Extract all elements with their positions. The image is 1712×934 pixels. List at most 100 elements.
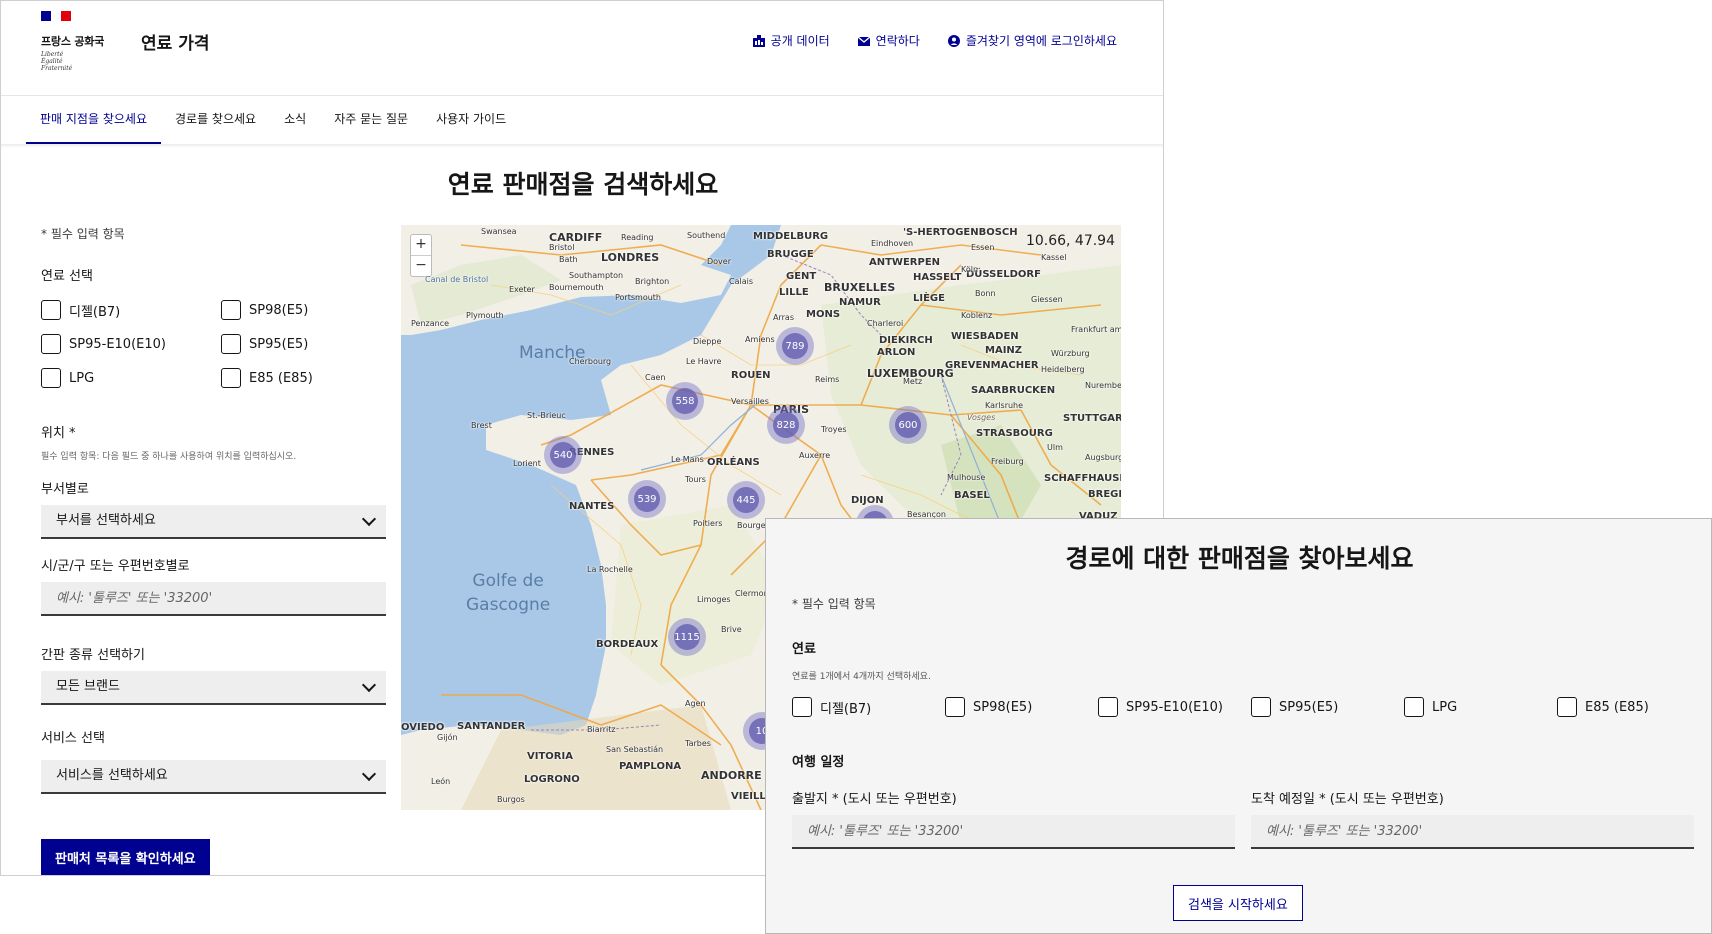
open-data-label: 공개 데이터	[770, 34, 830, 48]
place-label: Vosges	[967, 413, 996, 422]
department-select[interactable]: 부서를 선택하세요	[41, 505, 386, 539]
start-search-button[interactable]: 검색을 시작하세요	[1173, 885, 1303, 921]
city-label: BRUGGE	[767, 249, 814, 260]
city-label: GENT	[786, 271, 817, 282]
location-hint: 필수 입력 항목: 다음 필드 중 하나를 사용하여 위치를 입력하십시오.	[41, 452, 297, 462]
place-label: Bristol	[549, 243, 575, 252]
nav-faq[interactable]: 자주 묻는 질문	[320, 95, 422, 144]
checkbox-box[interactable]	[1557, 697, 1577, 717]
checkbox-box[interactable]	[1404, 697, 1424, 717]
place-label: Brest	[471, 421, 492, 430]
checkbox-box[interactable]	[41, 300, 61, 320]
route-fuel-checkbox-lpg[interactable]: LPG	[1404, 697, 1557, 717]
station-cluster[interactable]: 445	[727, 481, 765, 519]
station-cluster[interactable]: 558	[666, 382, 704, 420]
nav-find-route[interactable]: 경로를 찾으세요	[161, 95, 270, 144]
place-label: Amiens	[745, 335, 775, 344]
city-label: BREGE	[1088, 489, 1121, 500]
station-cluster[interactable]: 1115	[668, 618, 706, 656]
fuel-option-label: E85 (E85)	[249, 370, 313, 386]
place-label: Arras	[773, 313, 794, 322]
place-label: Cherbourg	[569, 357, 612, 366]
place-label: Caen	[645, 373, 666, 382]
fuel-checkbox-lpg[interactable]: LPG	[41, 368, 221, 388]
checkbox-box[interactable]	[41, 368, 61, 388]
brand-select[interactable]: 모든 브랜드	[41, 671, 386, 705]
station-cluster[interactable]: 539	[628, 480, 666, 518]
place-label: Dover	[707, 257, 731, 266]
place-label: San Sebastián	[606, 745, 664, 754]
nav-user-guide[interactable]: 사용자 가이드	[422, 95, 520, 144]
place-label: Freiburg	[991, 457, 1024, 466]
departure-input[interactable]	[792, 815, 1235, 849]
fuel-checkbox-sp98[interactable]: SP98(E5)	[221, 300, 381, 320]
place-label: Auxerre	[799, 451, 831, 460]
checkbox-box[interactable]	[221, 334, 241, 354]
place-label: Portsmouth	[615, 293, 661, 302]
city-label: VITORIA	[527, 751, 573, 762]
fuel-checkbox-sp95-e10[interactable]: SP95-E10(E10)	[41, 334, 221, 354]
fuel-label: 연료 선택	[41, 269, 93, 284]
open-data-link[interactable]: 공개 데이터	[752, 32, 830, 49]
route-fuel-checkbox-sp95-e10[interactable]: SP95-E10(E10)	[1098, 697, 1251, 717]
station-cluster[interactable]: 789	[776, 327, 814, 365]
nav-find-stations[interactable]: 판매 지점을 찾으세요	[26, 95, 161, 144]
place-label: La Rochelle	[587, 565, 633, 574]
route-fuel-checkbox-sp95[interactable]: SP95(E5)	[1251, 697, 1404, 717]
checkbox-box[interactable]	[41, 334, 61, 354]
view-station-list-button[interactable]: 판매처 목록을 확인하세요	[41, 839, 210, 875]
place-label: Metz	[903, 377, 923, 386]
checkbox-box[interactable]	[945, 697, 965, 717]
city-label: HASSELT	[913, 272, 962, 283]
header-tools: 공개 데이터 연락하다 즐겨찾기 영역에 로그인하세요	[752, 32, 1117, 49]
station-cluster[interactable]: 828	[767, 406, 805, 444]
route-fuel-checkbox-e85[interactable]: E85 (E85)	[1557, 697, 1710, 717]
place-label: Calais	[729, 277, 754, 286]
station-cluster[interactable]: 540	[544, 436, 582, 474]
place-label: Le Mans	[671, 455, 704, 464]
contact-link[interactable]: 연락하다	[857, 32, 920, 49]
checkbox-box[interactable]	[1098, 697, 1118, 717]
site-title[interactable]: 연료 가격	[141, 29, 209, 54]
checkbox-box[interactable]	[221, 300, 241, 320]
nav-news[interactable]: 소식	[270, 95, 320, 144]
place-label: Swansea	[481, 227, 517, 236]
fuel-checkbox-sp95[interactable]: SP95(E5)	[221, 334, 381, 354]
chevron-down-icon	[361, 677, 377, 693]
checkbox-box[interactable]	[1251, 697, 1271, 717]
station-cluster[interactable]: 600	[889, 406, 927, 444]
route-fuel-checkbox-diesel[interactable]: 디젤(B7)	[792, 697, 945, 717]
brand-value: 모든 브랜드	[56, 679, 120, 694]
login-link[interactable]: 즐겨찾기 영역에 로그인하세요	[947, 32, 1117, 49]
place-label: Bournemouth	[549, 283, 604, 292]
fuel-checkbox-e85[interactable]: E85 (E85)	[221, 368, 381, 388]
arrival-input[interactable]	[1251, 815, 1694, 849]
place-label: Le Havre	[686, 357, 722, 366]
department-value: 부서를 선택하세요	[56, 513, 156, 528]
service-select[interactable]: 서비스를 선택하세요	[41, 760, 386, 794]
place-label: Bonn	[975, 289, 996, 298]
place-label: Exeter	[509, 285, 535, 294]
city-label: SANTANDER	[457, 721, 526, 732]
checkbox-box[interactable]	[221, 368, 241, 388]
route-fuel-checkboxes: 디젤(B7) SP98(E5) SP95-E10(E10) SP95(E5) L…	[792, 697, 1710, 717]
nav-divider	[1, 144, 1163, 148]
place-label: Essen	[971, 243, 995, 252]
city-input[interactable]	[41, 582, 386, 616]
fuel-option-label: SP98(E5)	[249, 302, 309, 318]
data-icon	[752, 34, 765, 47]
zoom-out-button[interactable]: −	[411, 255, 431, 276]
city-label: MONS	[806, 309, 841, 320]
zoom-in-button[interactable]: +	[411, 235, 431, 255]
place-label: Karlsruhe	[985, 401, 1024, 410]
place-label: Reims	[815, 375, 840, 384]
city-label: BORDEAUX	[596, 639, 659, 650]
place-label: Würzburg	[1051, 349, 1090, 358]
route-fuel-checkbox-sp98[interactable]: SP98(E5)	[945, 697, 1098, 717]
chevron-down-icon	[361, 766, 377, 782]
checkbox-box[interactable]	[792, 697, 812, 717]
fuel-option-label: SP95(E5)	[249, 336, 309, 352]
city-label: GREVENMACHER	[945, 360, 1039, 371]
place-label: Tours	[685, 475, 706, 484]
fuel-checkbox-diesel[interactable]: 디젤(B7)	[41, 300, 221, 320]
